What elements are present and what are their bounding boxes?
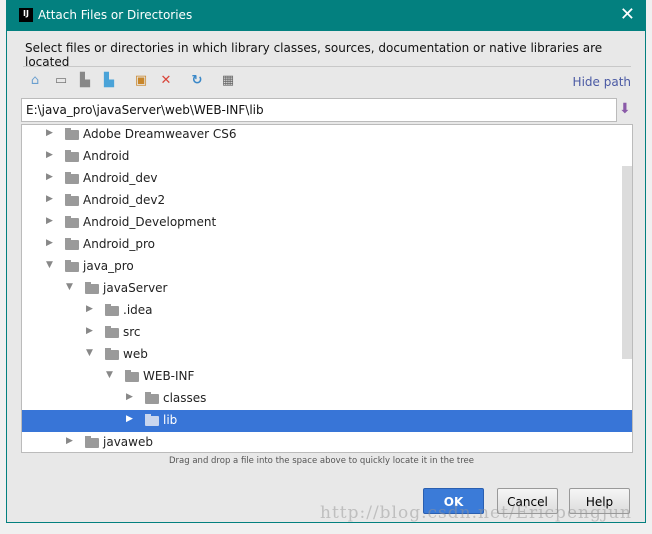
- tree-item-label: .idea: [123, 303, 153, 317]
- folder-icon: [85, 282, 99, 294]
- folder-icon: [65, 172, 79, 184]
- expand-down-icon[interactable]: ▼: [66, 282, 73, 292]
- expand-down-icon[interactable]: ▼: [86, 348, 93, 358]
- folder-icon: [145, 392, 159, 404]
- expand-right-icon[interactable]: ▶: [86, 326, 93, 336]
- tree-item-label: Android_dev: [83, 171, 158, 185]
- folder-icon: [105, 304, 119, 316]
- tree-item[interactable]: ▶ .idea: [22, 300, 632, 322]
- expand-right-icon[interactable]: ▶: [46, 194, 53, 204]
- folder-icon: [65, 216, 79, 228]
- folder-icon: [85, 436, 99, 448]
- expand-right-icon[interactable]: ▶: [126, 414, 133, 424]
- tree-item-label: Android_pro: [83, 237, 156, 251]
- new-folder-icon[interactable]: ▣: [133, 73, 149, 89]
- module-icon[interactable]: ▙: [101, 73, 117, 89]
- expand-right-icon[interactable]: ▶: [46, 216, 53, 226]
- expand-down-icon[interactable]: ▼: [106, 370, 113, 380]
- tree-item[interactable]: ▶ src: [22, 322, 632, 344]
- file-tree[interactable]: ▶ javaweb ▶ lib ▶ classes ▼ WEB-INF ▼ web ▶ src ▶ .id…: [21, 124, 633, 453]
- tree-item-label: Adobe Dreamweaver CS6: [83, 127, 237, 141]
- close-button[interactable]: ✕: [620, 4, 635, 25]
- hide-path-link[interactable]: Hide path: [573, 75, 631, 89]
- folder-icon: [105, 326, 119, 338]
- delete-icon[interactable]: ✕: [158, 73, 174, 89]
- tree-item[interactable]: ▶ Android_dev: [22, 168, 632, 190]
- refresh-icon[interactable]: ↻: [189, 73, 205, 89]
- tree-item-label: lib: [163, 413, 178, 427]
- tree-item[interactable]: ▼ javaServer: [22, 278, 632, 300]
- tree-item-label: web: [123, 347, 148, 361]
- tree-item[interactable]: ▶ Android: [22, 146, 632, 168]
- expand-down-icon[interactable]: ▼: [46, 260, 53, 270]
- tree-item[interactable]: ▶ Adobe Dreamweaver CS6: [22, 125, 632, 146]
- tree-item-label: Android: [83, 149, 130, 163]
- drag-drop-hint: Drag and drop a file into the space abov…: [169, 456, 475, 466]
- expand-right-icon[interactable]: ▶: [46, 150, 53, 160]
- dialog: IJ Attach Files or Directories ✕ Select …: [6, 0, 646, 523]
- expand-right-icon[interactable]: ▶: [66, 436, 73, 446]
- folder-icon: [65, 238, 79, 250]
- tree-item[interactable]: ▶ lib: [22, 410, 632, 432]
- tree-item-label: javaServer: [103, 281, 168, 295]
- description: Select files or directories in which lib…: [25, 41, 603, 69]
- folder-icon: [65, 260, 79, 272]
- tree-item[interactable]: ▼ java_pro: [22, 256, 632, 278]
- dialog-title: Attach Files or Directories: [38, 8, 193, 22]
- tree-item-label: WEB-INF: [143, 369, 195, 383]
- folder-icon: [145, 414, 159, 426]
- home-icon[interactable]: ⌂: [27, 73, 43, 89]
- tree-item-label: classes: [163, 391, 207, 405]
- path-input[interactable]: E:\java_pro\javaServer\web\WEB-INF\lib: [21, 98, 617, 122]
- folder-icon: [65, 128, 79, 140]
- tree-item-label: Android_Development: [83, 215, 217, 229]
- tree-item-label: src: [123, 325, 141, 339]
- tree-item-label: Android_dev2: [83, 193, 166, 207]
- divider: [23, 66, 631, 67]
- tree-item[interactable]: ▶ Android_pro: [22, 234, 632, 256]
- tree-item[interactable]: ▶ javaweb: [22, 432, 632, 452]
- tree-item[interactable]: ▼ WEB-INF: [22, 366, 632, 388]
- project-icon[interactable]: ▙: [77, 73, 93, 89]
- folder-icon: [105, 348, 119, 360]
- tree-item-label: java_pro: [83, 259, 134, 273]
- expand-right-icon[interactable]: ▶: [126, 392, 133, 402]
- path-download-icon[interactable]: ⬇: [619, 101, 631, 117]
- expand-right-icon[interactable]: ▶: [46, 172, 53, 182]
- tree-item-label: javaweb: [103, 435, 153, 449]
- scrollbar[interactable]: [622, 166, 632, 359]
- folder-icon: [125, 370, 139, 382]
- expand-right-icon[interactable]: ▶: [46, 238, 53, 248]
- folder-icon: [65, 194, 79, 206]
- tree-item[interactable]: ▶ Android_Development: [22, 212, 632, 234]
- intellij-logo-icon: IJ: [19, 8, 33, 22]
- expand-right-icon[interactable]: ▶: [86, 304, 93, 314]
- expand-right-icon[interactable]: ▶: [46, 128, 53, 138]
- desktop-icon[interactable]: ▭: [53, 73, 69, 89]
- show-hidden-icon[interactable]: ▦: [220, 73, 236, 89]
- tree-item[interactable]: ▶ classes: [22, 388, 632, 410]
- folder-icon: [65, 150, 79, 162]
- tree-item[interactable]: ▶ Android_dev2: [22, 190, 632, 212]
- tree-item[interactable]: ▼ web: [22, 344, 632, 366]
- title-bar[interactable]: IJ Attach Files or Directories ✕: [7, 0, 645, 31]
- watermark: http://blog.csdn.net/Ericpengjun: [320, 503, 633, 523]
